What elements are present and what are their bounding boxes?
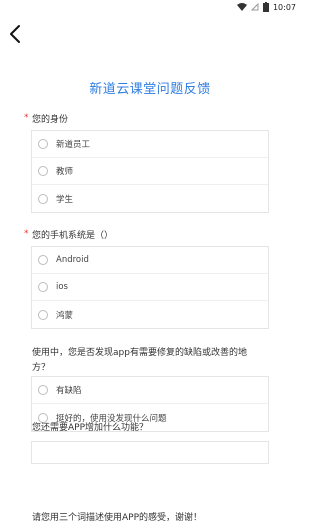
option-label: 新道员工 (56, 140, 91, 150)
option-label: 教师 (56, 167, 74, 177)
option-label: ios (56, 282, 68, 292)
radio-button[interactable] (38, 166, 48, 176)
option-android[interactable]: Android (32, 247, 268, 274)
question-label-three-words: 请您用三个词描述使用APP的感受，谢谢！ (32, 513, 203, 523)
back-button[interactable] (7, 24, 25, 44)
option-label: 学生 (56, 194, 74, 205)
option-has-defects[interactable]: 有缺陷 (32, 377, 268, 404)
option-label: Android (56, 255, 89, 265)
status-time: 10:07 (272, 2, 296, 12)
option-teacher[interactable]: 教师 (32, 158, 268, 185)
option-staff[interactable]: 新道员工 (32, 131, 268, 158)
battery-icon (262, 2, 269, 12)
radio-button[interactable] (38, 385, 48, 395)
phone-os-options: Android ios 鸿蒙 (31, 246, 269, 329)
radio-button[interactable] (38, 193, 48, 204)
required-star: * (24, 229, 29, 239)
status-bar: 10:07 (0, 0, 300, 14)
chevron-left-icon (10, 25, 20, 43)
question-label-defects-cont: 方？ (32, 363, 51, 373)
radio-button[interactable] (38, 255, 48, 265)
identity-options: 新道员工 教师 学生 (31, 130, 269, 213)
radio-button[interactable] (38, 139, 48, 149)
question-label-identity: 您的身份 (32, 115, 69, 125)
radio-button[interactable] (38, 309, 48, 320)
option-label: 鸿蒙 (56, 310, 74, 321)
question-label-defects: 使用中，您是否发现app有需要修复的缺陷或改善的地 (32, 348, 247, 358)
volte-icon (250, 3, 259, 11)
page-title: 新道云课堂问题反馈 (89, 82, 211, 97)
question-label-phone-os: 您的手机系统是（） (32, 231, 114, 241)
option-ios[interactable]: ios (32, 274, 268, 301)
features-input[interactable] (31, 441, 269, 464)
option-label: 有缺陷 (56, 386, 82, 396)
status-icons: 10:07 (236, 1, 296, 13)
option-student[interactable]: 学生 (32, 185, 268, 212)
required-star: * (24, 113, 29, 123)
option-harmony[interactable]: 鸿蒙 (32, 301, 268, 328)
question-label-features: 您还需要APP增加什么功能？ (32, 423, 149, 433)
wifi-icon (236, 3, 247, 11)
radio-button[interactable] (38, 282, 48, 292)
